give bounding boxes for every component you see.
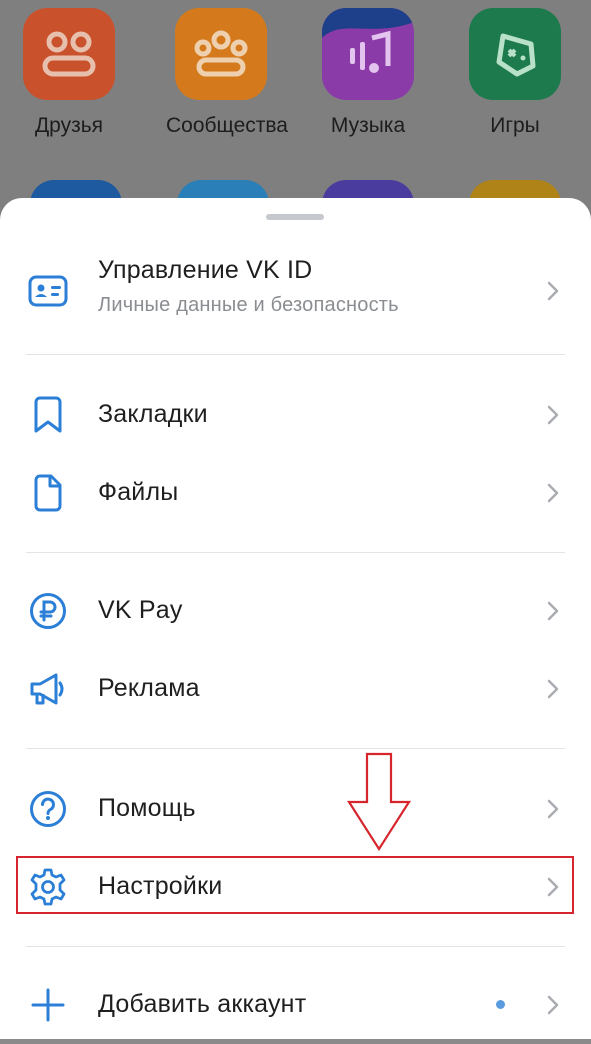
menu-item-bookmarks[interactable]: Закладки [0, 376, 591, 454]
menu-item-subtitle: Личные данные и безопасность [98, 294, 399, 316]
app-label: Сообщества [166, 114, 288, 137]
divider [26, 748, 565, 749]
annotation-highlight-box [16, 856, 574, 914]
chevron-right-icon [547, 405, 559, 425]
chevron-right-icon [547, 483, 559, 503]
menu-item-title: Помощь [98, 794, 196, 822]
app-label: Игры [490, 114, 540, 137]
menu-item-title: Реклама [98, 674, 200, 702]
menu-item-vkid[interactable]: Управление VK ID Личные данные и безопас… [0, 246, 591, 336]
divider [26, 354, 565, 355]
id-card-icon [28, 271, 68, 311]
chevron-right-icon [547, 601, 559, 621]
megaphone-icon [28, 669, 68, 709]
chevron-right-icon [547, 679, 559, 699]
app-label: Друзья [34, 114, 104, 137]
menu-item-title: Добавить аккаунт [98, 990, 307, 1018]
menu-item-add-account[interactable]: Добавить аккаунт [0, 966, 591, 1044]
sheet-grabber[interactable] [266, 214, 324, 220]
menu-item-ads[interactable]: Реклама [0, 650, 591, 728]
annotation-arrow-icon [346, 752, 412, 852]
app-label: Музыка [330, 114, 406, 137]
menu-item-help[interactable]: Помощь [0, 770, 591, 848]
divider [26, 946, 565, 947]
plus-icon [28, 985, 68, 1025]
question-icon [28, 789, 68, 829]
menu-item-files[interactable]: Файлы [0, 454, 591, 532]
chevron-right-icon [547, 995, 559, 1015]
file-icon [28, 473, 68, 513]
menu-item-title: VK Pay [98, 596, 183, 624]
menu-item-title: Управление VK ID [98, 256, 313, 284]
communities-icon [175, 8, 267, 100]
bookmark-icon [28, 395, 68, 435]
ruble-icon [28, 591, 68, 631]
app-communities[interactable]: Сообщества [166, 8, 288, 138]
menu-item-title: Закладки [98, 400, 208, 428]
chevron-right-icon [547, 799, 559, 819]
app-music[interactable]: Музыка [313, 8, 423, 138]
menu-item-title: Файлы [98, 478, 179, 506]
music-icon [322, 8, 414, 100]
friends-icon [23, 8, 115, 100]
games-icon [469, 8, 561, 100]
menu-item-vkpay[interactable]: VK Pay [0, 572, 591, 650]
app-games[interactable]: Игры [460, 8, 570, 138]
chevron-right-icon [547, 281, 559, 301]
notification-dot [496, 1000, 505, 1009]
divider [26, 552, 565, 553]
app-friends[interactable]: Друзья [14, 8, 124, 138]
